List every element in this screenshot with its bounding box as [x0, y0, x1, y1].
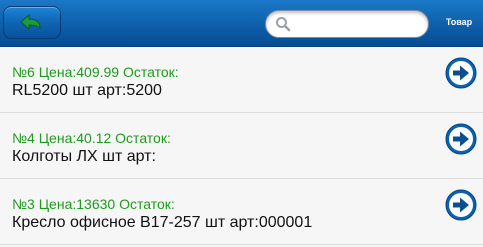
header-bar: Товар	[0, 0, 483, 47]
back-button[interactable]	[3, 6, 61, 39]
product-list: №6 Цена:409.99 Остаток: RL5200 шт арт:52…	[0, 47, 483, 245]
list-item[interactable]: №6 Цена:409.99 Остаток: RL5200 шт арт:52…	[0, 47, 483, 113]
item-price-line: №4 Цена:40.12 Остаток:	[12, 130, 171, 146]
arrow-right-circle-icon[interactable]	[445, 189, 477, 221]
item-name-line: Кресло офисное B17-257 шт арт:000001	[12, 214, 313, 231]
arrow-right-circle-icon[interactable]	[445, 123, 477, 155]
search-field[interactable]	[265, 10, 429, 38]
header-title[interactable]: Товар	[437, 17, 481, 27]
item-price-line: №6 Цена:409.99 Остаток:	[12, 64, 179, 80]
search-input[interactable]	[296, 15, 420, 33]
item-name-line: Колготы ЛХ шт арт:	[12, 148, 156, 165]
list-item[interactable]: №4 Цена:40.12 Остаток: Колготы ЛХ шт арт…	[0, 113, 483, 179]
list-item[interactable]: №3 Цена:13630 Остаток: Кресло офисное B1…	[0, 179, 483, 245]
app-window: Товар №6 Цена:409.99 Остаток: RL5200 шт …	[0, 0, 483, 247]
item-name-line: RL5200 шт арт:5200	[12, 82, 162, 99]
back-arrow-icon	[20, 13, 41, 31]
arrow-right-circle-icon[interactable]	[445, 57, 477, 89]
item-price-line: №3 Цена:13630 Остаток:	[12, 196, 175, 212]
search-icon	[276, 17, 291, 32]
